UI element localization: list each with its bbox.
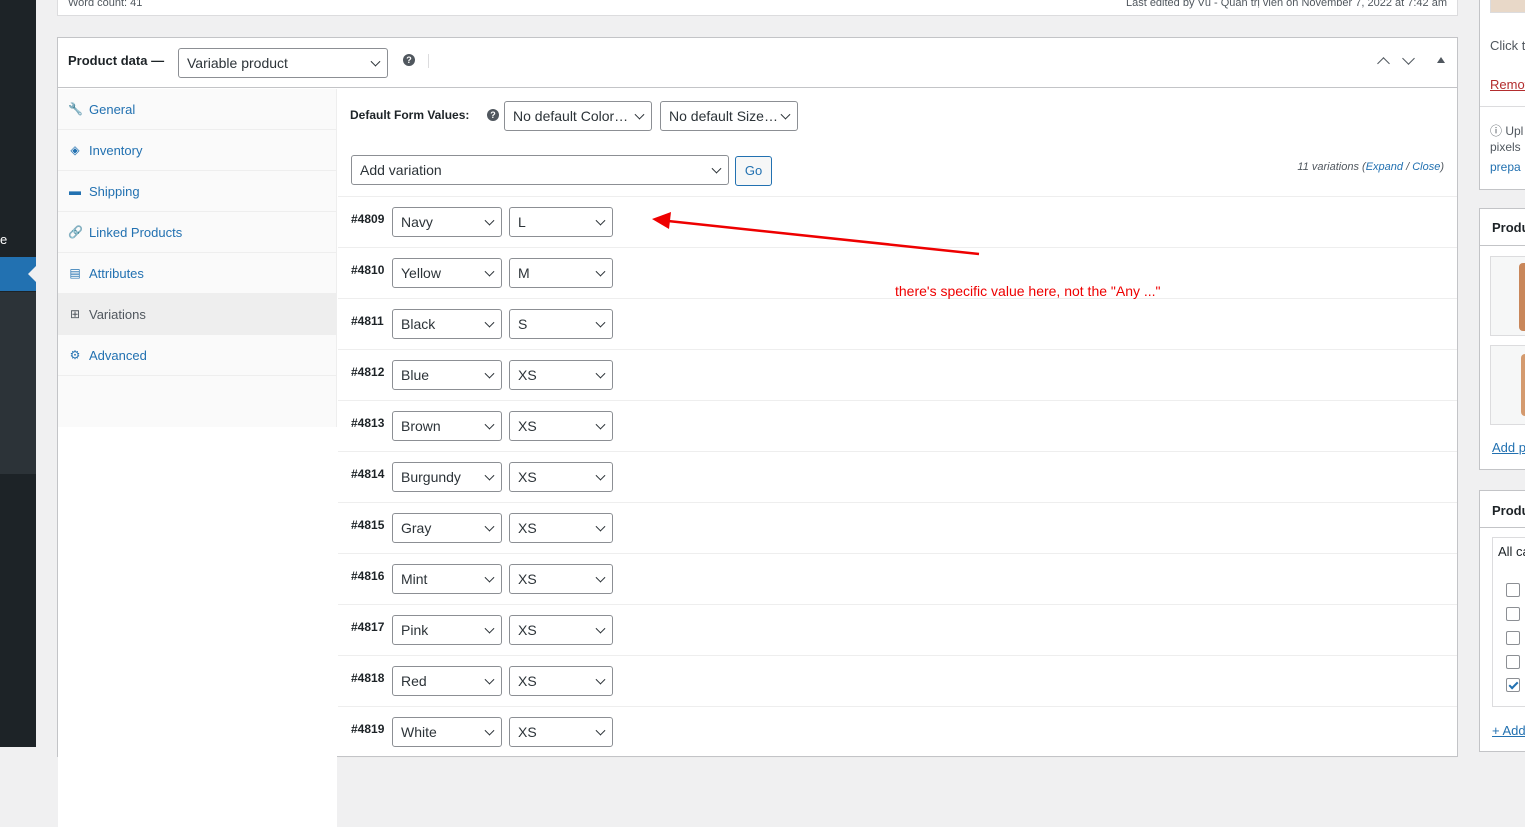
- category-checkbox[interactable]: [1506, 607, 1520, 621]
- all-categories-tab[interactable]: All ca: [1498, 544, 1525, 559]
- category-checkbox[interactable]: [1506, 655, 1520, 669]
- gallery-figure: [1519, 263, 1525, 331]
- category-checkbox[interactable]: [1506, 631, 1520, 645]
- annotation-arrow: [652, 212, 980, 256]
- prepare-link[interactable]: prepa: [1490, 160, 1521, 174]
- gallery-figure: [1521, 354, 1525, 416]
- click-text: Click t: [1490, 38, 1525, 53]
- annotation-text: there's specific value here, not the "An…: [895, 283, 1161, 299]
- divider: [1480, 527, 1525, 528]
- product-categories-box: Produ All ca + Add: [1479, 490, 1525, 752]
- upload-info: ⓘ Upl: [1490, 124, 1524, 138]
- gallery-title: Produ: [1492, 220, 1525, 235]
- categories-title: Produ: [1492, 503, 1525, 518]
- gallery-image-2[interactable]: [1490, 345, 1525, 425]
- right-sidebar: Click t Remov ⓘ Upl pixels prepa Produ A…: [1479, 0, 1525, 752]
- add-category-link[interactable]: + Add: [1492, 723, 1525, 738]
- divider: [1480, 106, 1525, 107]
- check-icon: [1508, 679, 1519, 690]
- product-image-box: Click t Remov ⓘ Upl pixels prepa: [1479, 0, 1525, 190]
- divider: [1480, 245, 1525, 246]
- add-gallery-link[interactable]: Add p: [1492, 440, 1525, 455]
- pixels-info: pixels: [1490, 140, 1521, 154]
- remove-image-link[interactable]: Remov: [1490, 77, 1525, 92]
- category-checkbox-checked[interactable]: [1506, 678, 1520, 692]
- product-gallery-box: Produ Add p: [1479, 208, 1525, 470]
- product-image-thumb[interactable]: [1490, 0, 1525, 13]
- gallery-image-1[interactable]: [1490, 256, 1525, 336]
- annotation-arrow-head: [652, 212, 671, 229]
- category-checkbox[interactable]: [1506, 583, 1520, 597]
- annotation-arrow-line: [667, 219, 980, 256]
